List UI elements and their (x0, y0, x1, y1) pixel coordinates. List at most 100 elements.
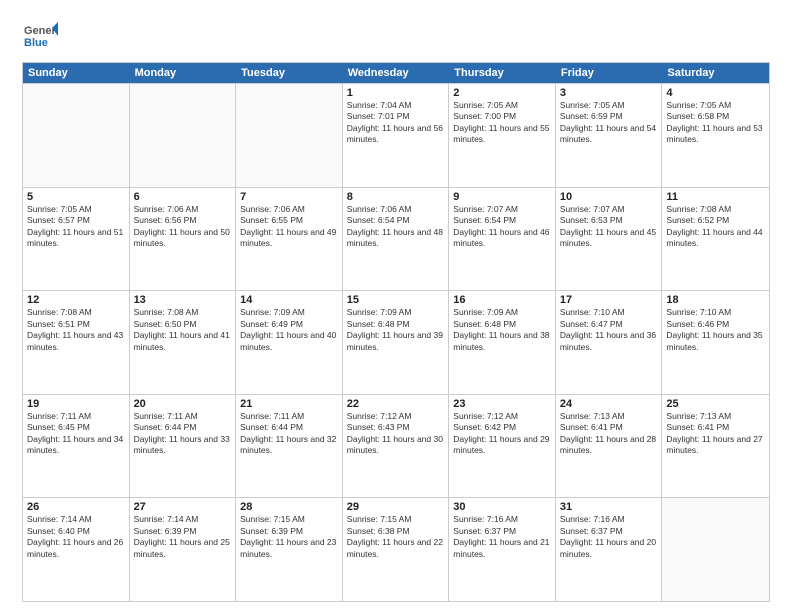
day-number: 31 (560, 501, 658, 513)
day-number: 26 (27, 501, 125, 513)
day-number: 12 (27, 294, 125, 306)
day-number: 24 (560, 398, 658, 410)
cal-cell: 13Sunrise: 7:08 AMSunset: 6:50 PMDayligh… (130, 291, 237, 394)
cell-info: Sunrise: 7:05 AMSunset: 6:58 PMDaylight:… (666, 100, 765, 146)
svg-text:General: General (24, 25, 58, 37)
cell-info: Sunrise: 7:11 AMSunset: 6:44 PMDaylight:… (240, 411, 338, 457)
day-number: 25 (666, 398, 765, 410)
cell-info: Sunrise: 7:08 AMSunset: 6:52 PMDaylight:… (666, 204, 765, 250)
day-number: 13 (134, 294, 232, 306)
header-day-tuesday: Tuesday (236, 63, 343, 83)
header-day-thursday: Thursday (449, 63, 556, 83)
week-row-2: 5Sunrise: 7:05 AMSunset: 6:57 PMDaylight… (23, 187, 769, 291)
cell-info: Sunrise: 7:13 AMSunset: 6:41 PMDaylight:… (560, 411, 658, 457)
cal-cell: 19Sunrise: 7:11 AMSunset: 6:45 PMDayligh… (23, 395, 130, 498)
day-number: 29 (347, 501, 445, 513)
day-number: 18 (666, 294, 765, 306)
day-number: 17 (560, 294, 658, 306)
cell-info: Sunrise: 7:09 AMSunset: 6:48 PMDaylight:… (347, 307, 445, 353)
cell-info: Sunrise: 7:15 AMSunset: 6:39 PMDaylight:… (240, 514, 338, 560)
cal-cell: 28Sunrise: 7:15 AMSunset: 6:39 PMDayligh… (236, 498, 343, 601)
cell-info: Sunrise: 7:10 AMSunset: 6:47 PMDaylight:… (560, 307, 658, 353)
cal-cell: 6Sunrise: 7:06 AMSunset: 6:56 PMDaylight… (130, 188, 237, 291)
cal-cell: 4Sunrise: 7:05 AMSunset: 6:58 PMDaylight… (662, 84, 769, 187)
cal-cell (23, 84, 130, 187)
cal-cell: 17Sunrise: 7:10 AMSunset: 6:47 PMDayligh… (556, 291, 663, 394)
cell-info: Sunrise: 7:10 AMSunset: 6:46 PMDaylight:… (666, 307, 765, 353)
cal-cell: 22Sunrise: 7:12 AMSunset: 6:43 PMDayligh… (343, 395, 450, 498)
cell-info: Sunrise: 7:13 AMSunset: 6:41 PMDaylight:… (666, 411, 765, 457)
page: General Blue SundayMondayTuesdayWednesda… (0, 0, 792, 612)
header-day-wednesday: Wednesday (343, 63, 450, 83)
day-number: 2 (453, 87, 551, 99)
cal-cell (236, 84, 343, 187)
calendar: SundayMondayTuesdayWednesdayThursdayFrid… (22, 62, 770, 602)
cell-info: Sunrise: 7:05 AMSunset: 7:00 PMDaylight:… (453, 100, 551, 146)
header-day-monday: Monday (130, 63, 237, 83)
svg-text:Blue: Blue (24, 37, 48, 49)
cell-info: Sunrise: 7:08 AMSunset: 6:50 PMDaylight:… (134, 307, 232, 353)
cell-info: Sunrise: 7:08 AMSunset: 6:51 PMDaylight:… (27, 307, 125, 353)
cal-cell: 18Sunrise: 7:10 AMSunset: 6:46 PMDayligh… (662, 291, 769, 394)
day-number: 5 (27, 191, 125, 203)
day-number: 9 (453, 191, 551, 203)
cal-cell: 11Sunrise: 7:08 AMSunset: 6:52 PMDayligh… (662, 188, 769, 291)
cell-info: Sunrise: 7:06 AMSunset: 6:56 PMDaylight:… (134, 204, 232, 250)
logo-icon: General Blue (22, 18, 58, 54)
cal-cell: 21Sunrise: 7:11 AMSunset: 6:44 PMDayligh… (236, 395, 343, 498)
cell-info: Sunrise: 7:09 AMSunset: 6:48 PMDaylight:… (453, 307, 551, 353)
cal-cell: 12Sunrise: 7:08 AMSunset: 6:51 PMDayligh… (23, 291, 130, 394)
day-number: 28 (240, 501, 338, 513)
day-number: 20 (134, 398, 232, 410)
cell-info: Sunrise: 7:07 AMSunset: 6:54 PMDaylight:… (453, 204, 551, 250)
day-number: 4 (666, 87, 765, 99)
cal-cell: 7Sunrise: 7:06 AMSunset: 6:55 PMDaylight… (236, 188, 343, 291)
cal-cell: 1Sunrise: 7:04 AMSunset: 7:01 PMDaylight… (343, 84, 450, 187)
day-number: 11 (666, 191, 765, 203)
cal-cell: 3Sunrise: 7:05 AMSunset: 6:59 PMDaylight… (556, 84, 663, 187)
day-number: 30 (453, 501, 551, 513)
cal-cell: 5Sunrise: 7:05 AMSunset: 6:57 PMDaylight… (23, 188, 130, 291)
cal-cell: 30Sunrise: 7:16 AMSunset: 6:37 PMDayligh… (449, 498, 556, 601)
cell-info: Sunrise: 7:05 AMSunset: 6:59 PMDaylight:… (560, 100, 658, 146)
cell-info: Sunrise: 7:11 AMSunset: 6:44 PMDaylight:… (134, 411, 232, 457)
week-row-3: 12Sunrise: 7:08 AMSunset: 6:51 PMDayligh… (23, 290, 769, 394)
day-number: 27 (134, 501, 232, 513)
cal-cell: 27Sunrise: 7:14 AMSunset: 6:39 PMDayligh… (130, 498, 237, 601)
day-number: 22 (347, 398, 445, 410)
cal-cell: 16Sunrise: 7:09 AMSunset: 6:48 PMDayligh… (449, 291, 556, 394)
cell-info: Sunrise: 7:11 AMSunset: 6:45 PMDaylight:… (27, 411, 125, 457)
week-row-1: 1Sunrise: 7:04 AMSunset: 7:01 PMDaylight… (23, 83, 769, 187)
day-number: 19 (27, 398, 125, 410)
day-number: 15 (347, 294, 445, 306)
cal-cell: 9Sunrise: 7:07 AMSunset: 6:54 PMDaylight… (449, 188, 556, 291)
cell-info: Sunrise: 7:09 AMSunset: 6:49 PMDaylight:… (240, 307, 338, 353)
day-number: 16 (453, 294, 551, 306)
day-number: 6 (134, 191, 232, 203)
header-day-sunday: Sunday (23, 63, 130, 83)
cal-cell: 23Sunrise: 7:12 AMSunset: 6:42 PMDayligh… (449, 395, 556, 498)
cal-cell: 25Sunrise: 7:13 AMSunset: 6:41 PMDayligh… (662, 395, 769, 498)
cal-cell (662, 498, 769, 601)
cell-info: Sunrise: 7:07 AMSunset: 6:53 PMDaylight:… (560, 204, 658, 250)
cell-info: Sunrise: 7:16 AMSunset: 6:37 PMDaylight:… (453, 514, 551, 560)
cal-cell: 15Sunrise: 7:09 AMSunset: 6:48 PMDayligh… (343, 291, 450, 394)
cal-cell: 31Sunrise: 7:16 AMSunset: 6:37 PMDayligh… (556, 498, 663, 601)
week-row-4: 19Sunrise: 7:11 AMSunset: 6:45 PMDayligh… (23, 394, 769, 498)
cal-cell (130, 84, 237, 187)
day-number: 23 (453, 398, 551, 410)
calendar-body: 1Sunrise: 7:04 AMSunset: 7:01 PMDaylight… (23, 83, 769, 601)
cell-info: Sunrise: 7:05 AMSunset: 6:57 PMDaylight:… (27, 204, 125, 250)
cell-info: Sunrise: 7:12 AMSunset: 6:42 PMDaylight:… (453, 411, 551, 457)
cell-info: Sunrise: 7:06 AMSunset: 6:55 PMDaylight:… (240, 204, 338, 250)
cal-cell: 10Sunrise: 7:07 AMSunset: 6:53 PMDayligh… (556, 188, 663, 291)
day-number: 7 (240, 191, 338, 203)
cal-cell: 8Sunrise: 7:06 AMSunset: 6:54 PMDaylight… (343, 188, 450, 291)
cell-info: Sunrise: 7:04 AMSunset: 7:01 PMDaylight:… (347, 100, 445, 146)
cal-cell: 24Sunrise: 7:13 AMSunset: 6:41 PMDayligh… (556, 395, 663, 498)
day-number: 10 (560, 191, 658, 203)
header-day-friday: Friday (556, 63, 663, 83)
logo: General Blue (22, 18, 62, 54)
day-number: 21 (240, 398, 338, 410)
header-day-saturday: Saturday (662, 63, 769, 83)
